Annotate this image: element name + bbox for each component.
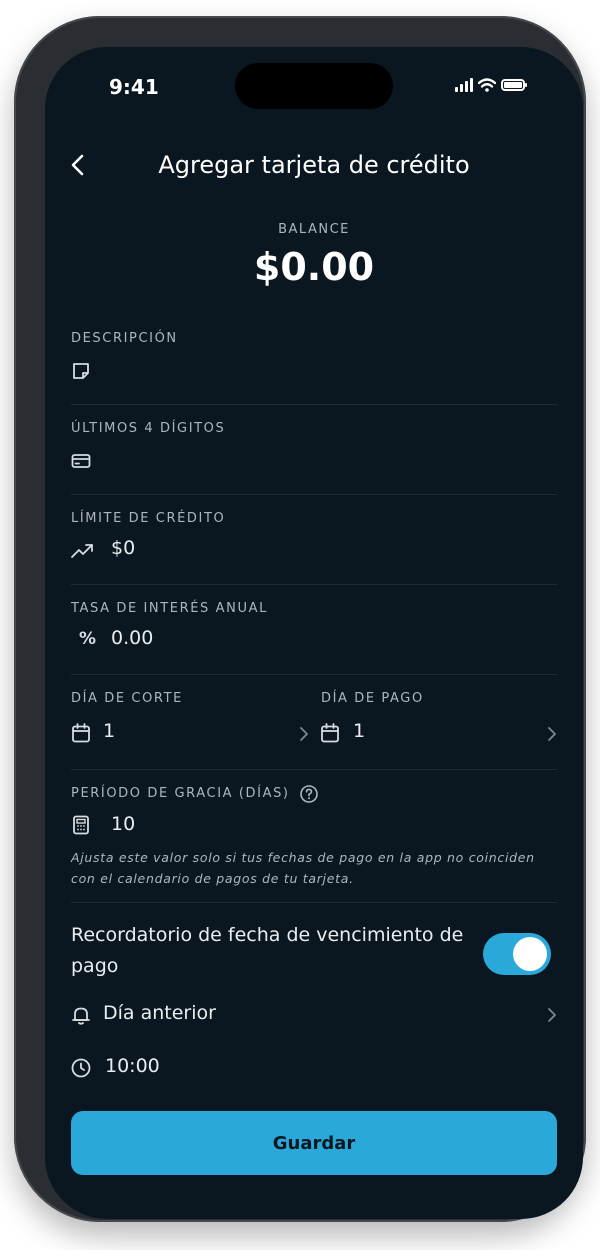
pay-day-label: DÍA DE PAGO [321, 691, 424, 706]
credit-limit-input[interactable]: $0 [111, 537, 135, 559]
dynamic-island [235, 63, 393, 109]
divider [71, 584, 557, 585]
divider [71, 494, 557, 495]
calendar-icon [321, 723, 339, 743]
percent-icon: % [79, 629, 97, 649]
divider [71, 674, 557, 675]
balance-label: BALANCE [278, 222, 350, 237]
cut-day-value[interactable]: 1 [103, 720, 115, 742]
calendar-icon [72, 723, 90, 743]
grace-period-help-text: Ajusta este valor solo si tus fechas de … [71, 850, 535, 886]
divider [71, 404, 557, 405]
interest-rate-label: TASA DE INTERÉS ANUAL [71, 601, 268, 616]
note-icon [73, 363, 89, 379]
credit-limit-label: LÍMITE DE CRÉDITO [71, 511, 226, 526]
status-icons [455, 78, 527, 92]
description-input[interactable] [111, 358, 551, 384]
page-title: Agregar tarjeta de crédito [158, 151, 470, 179]
reminder-when[interactable]: Día anterior [103, 1002, 216, 1024]
trending-up-icon [71, 544, 93, 558]
interest-rate-input[interactable]: 0.00 [111, 627, 153, 649]
toggle-knob [513, 937, 547, 971]
grace-period-input[interactable]: 10 [111, 813, 135, 835]
grace-period-label: PERÍODO DE GRACIA (DÍAS) [71, 786, 290, 801]
chevron-right-icon[interactable] [545, 725, 559, 743]
reminder-time[interactable]: 10:00 [105, 1055, 160, 1077]
clock-icon [71, 1058, 91, 1078]
status-time: 9:41 [109, 75, 159, 99]
chevron-right-icon[interactable] [545, 1006, 559, 1024]
description-label: DESCRIPCIÓN [71, 331, 178, 346]
chevron-right-icon[interactable] [297, 725, 311, 743]
calculator-icon [73, 815, 89, 835]
help-icon[interactable] [299, 784, 319, 804]
app-screen: 9:41 Agregar tarjeta de crédito BALANCE … [45, 47, 583, 1219]
cut-day-label: DÍA DE CORTE [71, 691, 183, 706]
battery-icon [501, 79, 527, 91]
signal-icon [455, 78, 473, 92]
credit-card-icon [71, 454, 91, 468]
save-button[interactable]: Guardar [71, 1111, 557, 1175]
last-digits-input[interactable] [111, 448, 551, 474]
wifi-icon [478, 78, 496, 92]
pay-day-value[interactable]: 1 [353, 720, 365, 742]
divider [71, 902, 557, 903]
bell-icon [72, 1007, 90, 1025]
phone-frame: 9:41 Agregar tarjeta de crédito BALANCE … [14, 16, 586, 1222]
reminder-label: Recordatorio de fecha de vencimiento de … [71, 924, 464, 977]
last-digits-label: ÚLTIMOS 4 DÍGITOS [71, 421, 226, 436]
reminder-toggle[interactable] [483, 933, 551, 975]
divider [71, 769, 557, 770]
balance-value: $0.00 [253, 245, 375, 289]
